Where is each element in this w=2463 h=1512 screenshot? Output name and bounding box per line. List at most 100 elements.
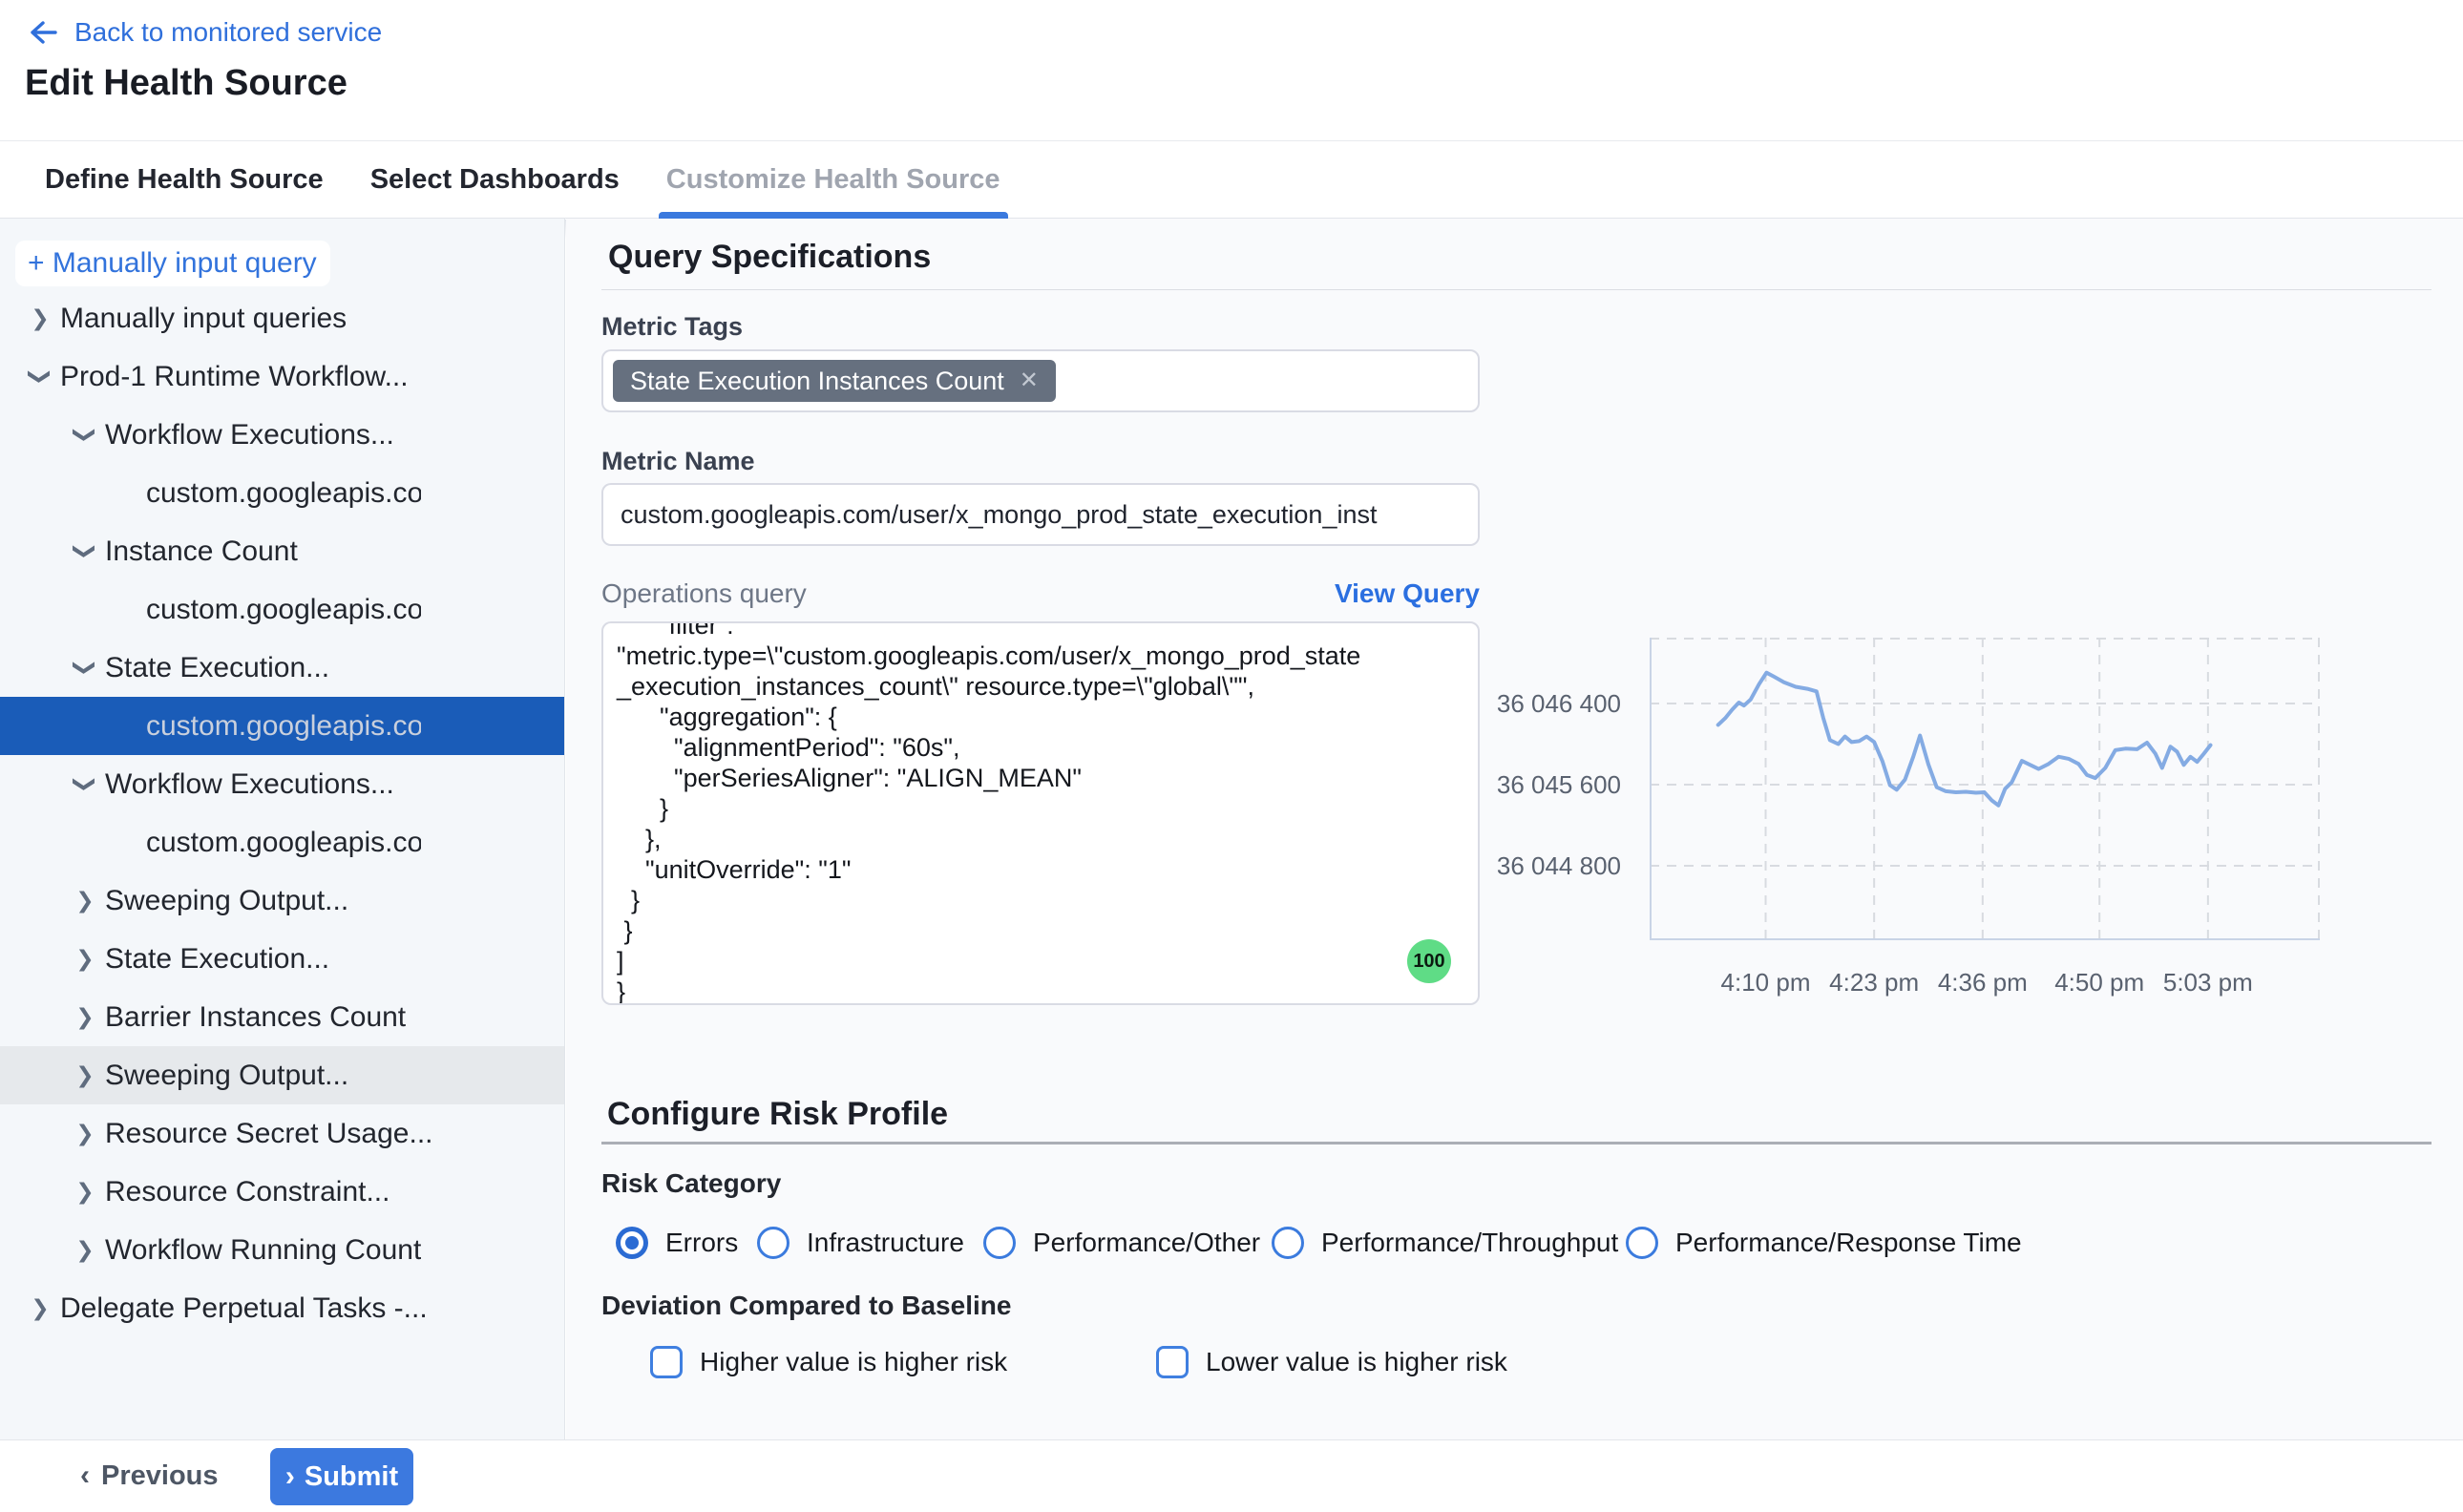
tree-item-label: Barrier Instances Count: [105, 1001, 406, 1034]
edit-health-source-page: Back to monitored service Edit Health So…: [0, 0, 2463, 1512]
tree-item-custom-googleapis-co[interactable]: custom.googleapis.co: [0, 464, 565, 522]
y-axis-tick-label: 36 046 400: [1478, 688, 1621, 719]
chevron-left-icon: ‹: [80, 1461, 90, 1490]
query-specifications-heading: Query Specifications: [608, 239, 931, 276]
tree-item-label: State Execution...: [105, 943, 329, 976]
risk-category-option-performance-response-time[interactable]: Performance/Response Time: [1626, 1227, 2022, 1259]
tree-item-resource-constraint[interactable]: ❯ Resource Constraint...: [0, 1163, 565, 1221]
x-axis-tick-label: 4:36 pm: [1916, 968, 2050, 998]
deviation-option-label: Lower value is higher risk: [1206, 1347, 1507, 1377]
metric-name-input[interactable]: custom.googleapis.com/user/x_mongo_prod_…: [601, 483, 1480, 546]
tree-item-custom-googleapis-co[interactable]: custom.googleapis.co: [0, 580, 565, 639]
deviation-option-label: Higher value is higher risk: [700, 1347, 1007, 1377]
back-arrow-icon: [27, 18, 59, 47]
tree-item-custom-googleapis-co[interactable]: custom.googleapis.co: [0, 813, 565, 872]
tree-item-label: Workflow Running Count: [105, 1234, 421, 1267]
risk-category-option-errors[interactable]: Errors: [616, 1227, 738, 1259]
chevron-down-icon[interactable]: ❯: [28, 366, 53, 388]
tree-item-label: custom.googleapis.co: [146, 594, 421, 626]
risk-category-option-performance-throughput[interactable]: Performance/Throughput: [1272, 1227, 1618, 1259]
tree-item-resource-secret-usage[interactable]: ❯ Resource Secret Usage...: [0, 1104, 565, 1163]
y-axis-tick-label: 36 045 600: [1478, 769, 1621, 800]
risk-category-option-performance-other[interactable]: Performance/Other: [983, 1227, 1260, 1259]
submit-button-label: Submit: [305, 1461, 398, 1493]
previous-button-label: Previous: [101, 1460, 219, 1492]
risk-section-divider: [601, 1142, 2431, 1144]
tree-item-manually-input-queries[interactable]: ❯ Manually input queries: [0, 289, 565, 347]
chevron-right-icon[interactable]: ❯: [74, 1062, 96, 1088]
tree-item-label: Resource Constraint...: [105, 1176, 389, 1208]
tree-item-workflow-executions[interactable]: ❯ Workflow Executions...: [0, 406, 565, 464]
operations-query-textarea[interactable]: "filter": "metric.type=\"custom.googleap…: [601, 621, 1480, 1005]
tab-select-dashboards[interactable]: Select Dashboards: [370, 164, 620, 196]
chevron-right-icon: ›: [285, 1462, 295, 1491]
metric-name-label: Metric Name: [601, 447, 755, 476]
tree-item-label: custom.googleapis.co: [146, 710, 421, 743]
deviation-option-higher-value-is-higher-risk[interactable]: Higher value is higher risk: [650, 1346, 1007, 1378]
checkbox-unchecked-icon[interactable]: [1156, 1346, 1189, 1378]
remove-tag-icon[interactable]: ✕: [1020, 369, 1039, 392]
view-query-link[interactable]: View Query: [1335, 578, 1480, 609]
chevron-down-icon[interactable]: ❯: [73, 657, 98, 680]
chevron-right-icon[interactable]: ❯: [29, 1295, 52, 1321]
tree-item-sweeping-output[interactable]: ❯ Sweeping Output...: [0, 1046, 565, 1104]
risk-category-label: Risk Category: [601, 1168, 781, 1199]
tree-item-label: State Execution...: [105, 652, 329, 684]
radio-unselected-icon[interactable]: [983, 1227, 1016, 1259]
tree-item-label: Sweeping Output...: [105, 885, 348, 917]
add-manual-query-button[interactable]: + Manually input query: [15, 241, 330, 286]
back-to-monitored-service-link[interactable]: Back to monitored service: [27, 17, 382, 48]
page-title: Edit Health Source: [25, 63, 347, 104]
tree-item-workflow-executions[interactable]: ❯Workflow Executions...: [0, 755, 565, 813]
tab-define-health-source[interactable]: Define Health Source: [45, 164, 324, 196]
back-link-label: Back to monitored service: [74, 17, 382, 48]
active-tab-underline: [659, 212, 1008, 219]
metrics-sidebar: + Manually input query ❯ Manually input q…: [0, 219, 565, 1439]
tree-item-label: Resource Secret Usage...: [105, 1118, 433, 1150]
tree-item-label: Manually input queries: [60, 303, 347, 335]
risk-category-option-label: Performance/Other: [1033, 1228, 1260, 1258]
tree-item-label: Workflow Executions...: [105, 419, 394, 452]
risk-category-option-label: Performance/Throughput: [1321, 1228, 1618, 1258]
tree-item-prod-1-runtime-workflow[interactable]: ❯Prod-1 Runtime Workflow...: [0, 347, 565, 406]
tree-item-state-execution[interactable]: ❯ State Execution...: [0, 930, 565, 988]
submit-button[interactable]: › Submit: [270, 1448, 413, 1505]
tree-item-label: Instance Count: [105, 536, 298, 568]
checkbox-unchecked-icon[interactable]: [650, 1346, 683, 1378]
tree-item-custom-googleapis-co[interactable]: custom.googleapis.co: [0, 697, 565, 755]
tree-item-label: Sweeping Output...: [105, 1060, 348, 1092]
x-axis-tick-label: 5:03 pm: [2141, 968, 2275, 998]
tab-customize-health-source[interactable]: Customize Health Source: [666, 164, 1000, 196]
operations-query-label: Operations query: [601, 578, 807, 609]
section-divider: [601, 289, 2431, 290]
tree-item-sweeping-output[interactable]: ❯ Sweeping Output...: [0, 872, 565, 930]
tree-item-barrier-instances-count[interactable]: ❯ Barrier Instances Count: [0, 988, 565, 1046]
tree-item-instance-count[interactable]: ❯ Instance Count: [0, 522, 565, 580]
tree-item-state-execution[interactable]: ❯ State Execution...: [0, 639, 565, 697]
deviation-option-lower-value-is-higher-risk[interactable]: Lower value is higher risk: [1156, 1346, 1507, 1378]
radio-unselected-icon[interactable]: [1272, 1227, 1304, 1259]
chevron-down-icon[interactable]: ❯: [73, 773, 98, 796]
risk-category-option-label: Performance/Response Time: [1675, 1228, 2022, 1258]
configure-risk-profile-heading: Configure Risk Profile: [607, 1096, 948, 1133]
chevron-down-icon[interactable]: ❯: [73, 424, 98, 447]
previous-button[interactable]: ‹ Previous: [80, 1439, 219, 1512]
chevron-right-icon[interactable]: ❯: [29, 305, 52, 331]
metric-tags-input[interactable]: State Execution Instances Count ✕: [601, 349, 1480, 412]
tree-item-delegate-perpetual-tasks[interactable]: ❯Delegate Perpetual Tasks -...: [0, 1279, 565, 1337]
tree-item-workflow-running-count[interactable]: ❯ Workflow Running Count: [0, 1221, 565, 1279]
chevron-right-icon[interactable]: ❯: [74, 888, 96, 914]
metric-tags-label: Metric Tags: [601, 312, 743, 342]
chevron-right-icon[interactable]: ❯: [74, 946, 96, 972]
radio-unselected-icon[interactable]: [1626, 1227, 1658, 1259]
radio-selected-icon[interactable]: [616, 1227, 648, 1259]
radio-unselected-icon[interactable]: [757, 1227, 789, 1259]
chevron-down-icon[interactable]: ❯: [73, 540, 98, 563]
chevron-right-icon[interactable]: ❯: [74, 1179, 96, 1205]
operations-query-text: "filter": "metric.type=\"custom.googleap…: [603, 621, 1478, 1005]
tree-item-label: custom.googleapis.co: [146, 827, 421, 859]
chevron-right-icon[interactable]: ❯: [74, 1237, 96, 1263]
chevron-right-icon[interactable]: ❯: [74, 1121, 96, 1146]
chevron-right-icon[interactable]: ❯: [74, 1004, 96, 1030]
risk-category-option-infrastructure[interactable]: Infrastructure: [757, 1227, 964, 1259]
